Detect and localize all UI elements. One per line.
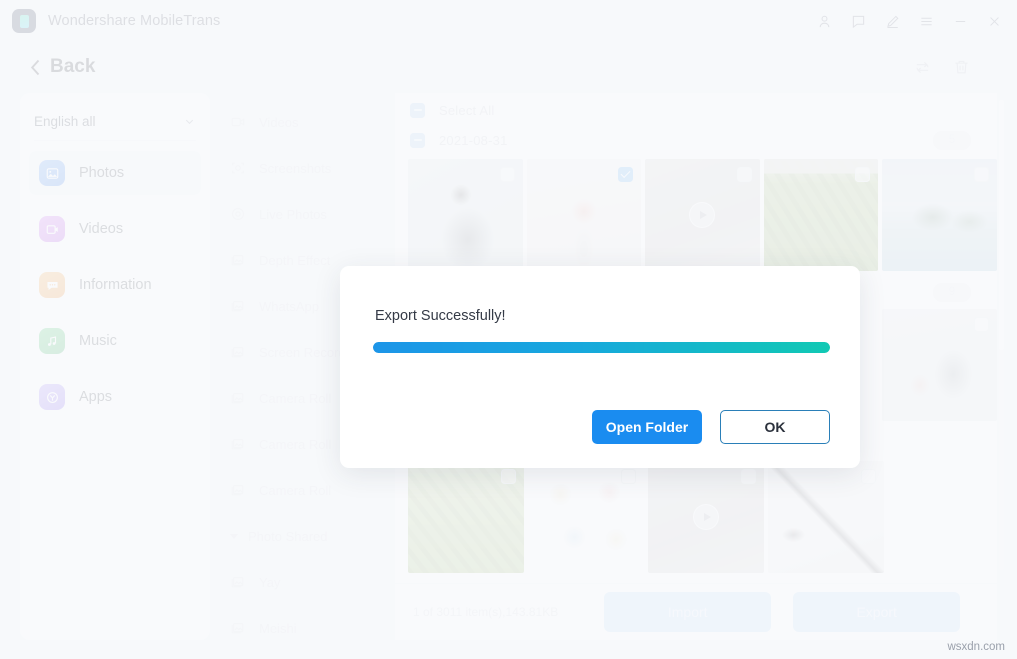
- app-window: Wondershare MobileTrans: [0, 0, 1017, 659]
- watermark: wsxdn.com: [947, 641, 1005, 653]
- open-folder-button[interactable]: Open Folder: [592, 410, 702, 444]
- dialog-actions: Open Folder OK: [592, 410, 830, 444]
- progress-bar-track: [373, 342, 830, 353]
- progress-bar-fill: [373, 342, 830, 353]
- export-success-dialog: Export Successfully! Open Folder OK: [340, 266, 860, 468]
- dialog-title: Export Successfully!: [375, 308, 860, 324]
- ok-button[interactable]: OK: [720, 410, 830, 444]
